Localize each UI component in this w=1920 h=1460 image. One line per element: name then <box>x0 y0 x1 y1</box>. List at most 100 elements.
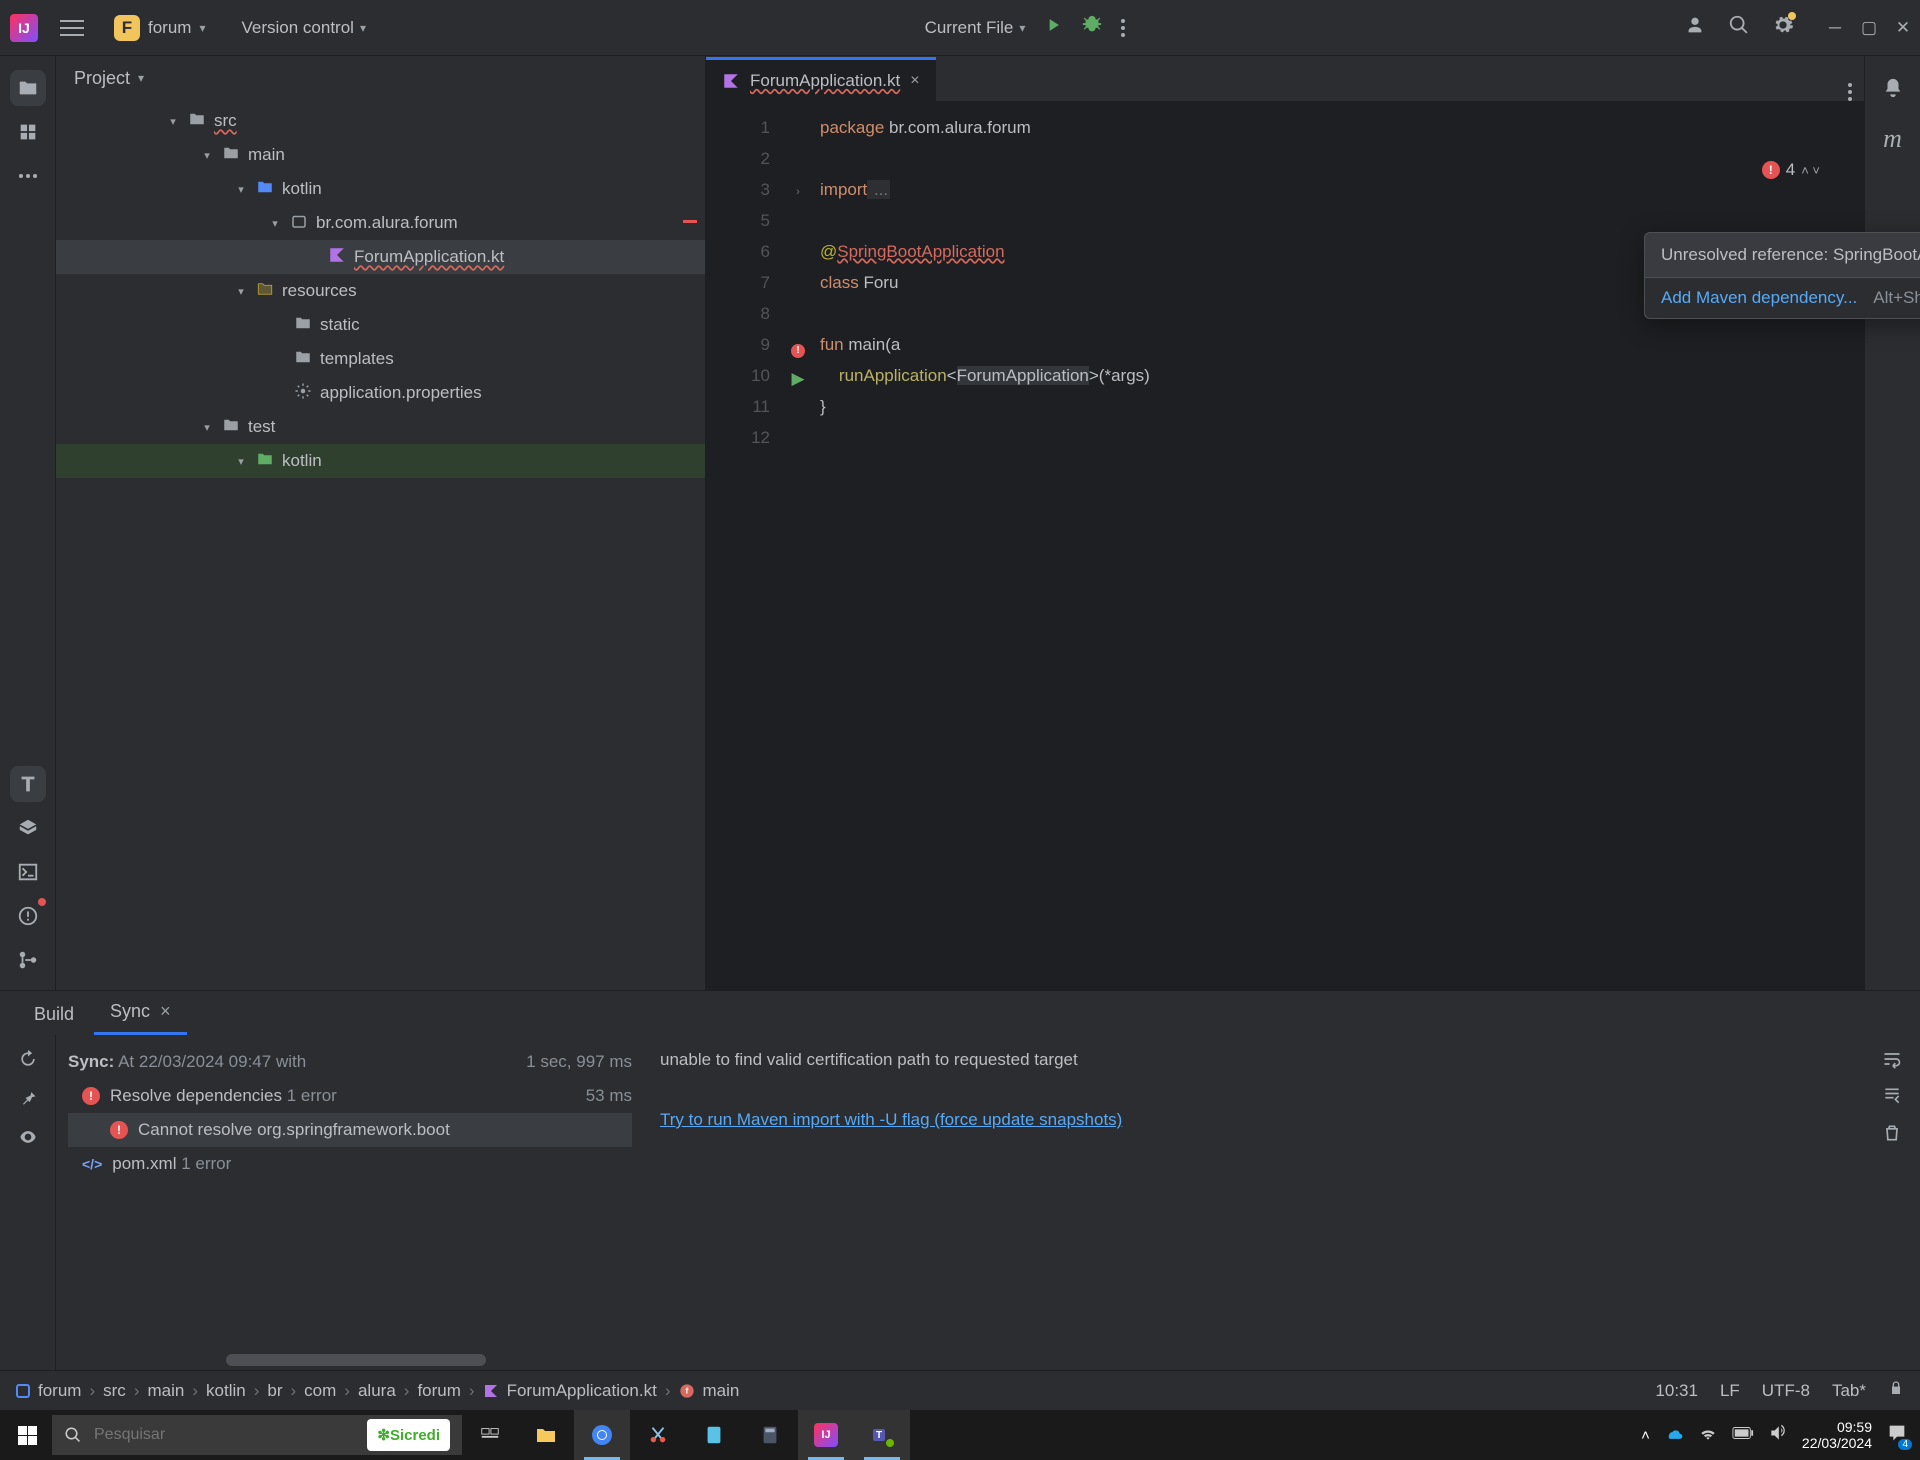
sync-cannot-resolve-row[interactable]: ! Cannot resolve org.springframework.boo… <box>68 1113 632 1147</box>
build-tab[interactable]: Build <box>18 994 90 1035</box>
tree-folder-templates[interactable]: templates <box>56 342 705 376</box>
project-tool-button[interactable] <box>10 70 46 106</box>
close-button[interactable]: ✕ <box>1896 21 1910 35</box>
inspection-nav-icons[interactable]: ˄ ˅ <box>1801 163 1820 178</box>
battery-icon[interactable] <box>1732 1426 1754 1444</box>
sync-tree[interactable]: Sync: At 22/03/2024 09:47 with 1 sec, 99… <box>56 1035 644 1370</box>
tab-options-icon[interactable] <box>1848 83 1852 101</box>
clear-all-icon[interactable] <box>1882 1123 1902 1148</box>
soft-wrap-icon[interactable] <box>1882 1049 1902 1074</box>
indent-info[interactable]: Tab* <box>1832 1381 1866 1401</box>
settings-icon[interactable] <box>1772 14 1794 41</box>
sync-root-row[interactable]: Sync: At 22/03/2024 09:47 with 1 sec, 99… <box>68 1045 632 1079</box>
taskbar-search[interactable]: ❇ Sicredi <box>52 1415 462 1455</box>
tree-folder-main[interactable]: ▾ main <box>56 138 705 172</box>
crumb[interactable]: main <box>147 1381 184 1401</box>
main-menu-button[interactable] <box>54 14 90 42</box>
project-tree[interactable]: ▾ src ▾ main ▾ kotlin ▾ br.com.alura.for… <box>56 100 705 990</box>
crumb[interactable]: ForumApplication.kt <box>507 1381 657 1401</box>
text-tool-button[interactable] <box>10 766 46 802</box>
code-text[interactable]: package br.com.alura.forum import ... @S… <box>810 102 1150 990</box>
snip-icon[interactable] <box>630 1410 686 1460</box>
chrome-icon[interactable] <box>574 1410 630 1460</box>
sync-output[interactable]: unable to find valid certification path … <box>644 1035 1864 1370</box>
task-view-icon[interactable] <box>462 1410 518 1460</box>
error-stripe[interactable] <box>683 220 697 223</box>
maven-tool-button[interactable]: m <box>1883 124 1902 154</box>
rerun-icon[interactable] <box>18 1049 38 1074</box>
quickfix-add-maven[interactable]: Add Maven dependency... <box>1661 288 1857 308</box>
structure-tool-button[interactable] <box>10 114 46 150</box>
project-panel-header[interactable]: Project ▾ <box>56 56 705 100</box>
tree-package[interactable]: ▾ br.com.alura.forum <box>56 206 705 240</box>
build-tool-button[interactable] <box>10 810 46 846</box>
teams-icon[interactable]: T <box>854 1410 910 1460</box>
onedrive-icon[interactable] <box>1664 1423 1684 1447</box>
more-tools-button[interactable] <box>10 158 46 194</box>
crumb[interactable]: com <box>304 1381 336 1401</box>
tree-file-forum-application[interactable]: ForumApplication.kt <box>56 240 705 274</box>
caret-position[interactable]: 10:31 <box>1655 1381 1698 1401</box>
volume-icon[interactable] <box>1768 1423 1788 1447</box>
crumb[interactable]: forum <box>38 1381 81 1401</box>
code-with-me-icon[interactable] <box>1684 14 1706 41</box>
sync-resolve-row[interactable]: ! Resolve dependencies 1 error 53 ms <box>68 1079 632 1113</box>
gutter-error-icon[interactable]: ! <box>791 344 805 358</box>
close-tab-icon[interactable]: × <box>160 1001 171 1022</box>
sicredi-badge[interactable]: ❇ Sicredi <box>367 1419 450 1451</box>
show-icon[interactable] <box>18 1127 38 1152</box>
tree-folder-kotlin[interactable]: ▾ kotlin <box>56 172 705 206</box>
search-everywhere-icon[interactable] <box>1728 14 1750 41</box>
vcs-dropdown[interactable]: Version control ▾ <box>242 18 366 38</box>
debug-button[interactable] <box>1081 14 1103 41</box>
line-separator[interactable]: LF <box>1720 1381 1740 1401</box>
terminal-tool-button[interactable] <box>10 854 46 890</box>
tray-clock[interactable]: 09:59 22/03/2024 <box>1802 1419 1872 1451</box>
run-config-selector[interactable]: Current File ▾ <box>925 18 1026 38</box>
inspection-widget[interactable]: ! 4 ˄ ˅ <box>1762 160 1820 180</box>
tree-folder-src[interactable]: ▾ src <box>56 104 705 138</box>
tree-folder-static[interactable]: static <box>56 308 705 342</box>
taskbar-search-input[interactable] <box>94 1426 359 1444</box>
crumb[interactable]: forum <box>417 1381 460 1401</box>
file-encoding[interactable]: UTF-8 <box>1762 1381 1810 1401</box>
sync-pom-row[interactable]: </> pom.xml 1 error <box>68 1147 632 1181</box>
project-selector[interactable]: F forum ▾ <box>106 11 214 45</box>
crumb[interactable]: src <box>103 1381 126 1401</box>
file-explorer-icon[interactable] <box>518 1410 574 1460</box>
crumb[interactable]: br <box>267 1381 282 1401</box>
calculator-icon[interactable] <box>742 1410 798 1460</box>
editor-tab[interactable]: ForumApplication.kt × <box>706 57 936 101</box>
pin-icon[interactable] <box>18 1088 38 1113</box>
crumb[interactable]: main <box>703 1381 740 1401</box>
notepad-icon[interactable] <box>686 1410 742 1460</box>
tree-folder-test[interactable]: ▾ test <box>56 410 705 444</box>
gutter-run-icon[interactable]: ▶ <box>791 369 804 388</box>
wifi-icon[interactable] <box>1698 1423 1718 1447</box>
run-button[interactable] <box>1043 15 1063 40</box>
minimize-button[interactable]: ─ <box>1828 21 1842 35</box>
tree-folder-test-kotlin[interactable]: ▾ kotlin <box>56 444 705 478</box>
more-run-options[interactable] <box>1121 19 1125 37</box>
tree-folder-resources[interactable]: ▾ resources <box>56 274 705 308</box>
intellij-taskbar-icon[interactable]: IJ <box>798 1410 854 1460</box>
action-center-icon[interactable]: 4 <box>1886 1422 1908 1448</box>
breadcrumb[interactable]: forum› src› main› kotlin› br› com› alura… <box>16 1381 739 1401</box>
problems-tool-button[interactable] <box>10 898 46 934</box>
fold-icon[interactable]: › <box>796 186 800 198</box>
crumb[interactable]: kotlin <box>206 1381 246 1401</box>
git-tool-button[interactable] <box>10 942 46 978</box>
readonly-lock-icon[interactable] <box>1888 1380 1904 1401</box>
notifications-tool-button[interactable] <box>1875 70 1911 106</box>
scroll-to-end-icon[interactable] <box>1882 1086 1902 1111</box>
sync-tab[interactable]: Sync × <box>94 991 187 1035</box>
crumb[interactable]: alura <box>358 1381 396 1401</box>
maximize-button[interactable]: ▢ <box>1862 21 1876 35</box>
tree-file-app-properties[interactable]: application.properties <box>56 376 705 410</box>
tray-chevron-icon[interactable]: ˄ <box>1641 1427 1650 1444</box>
start-button[interactable] <box>6 1415 48 1455</box>
close-tab-icon[interactable]: × <box>910 72 919 90</box>
output-link-force-update[interactable]: Try to run Maven import with -U flag (fo… <box>660 1110 1122 1129</box>
horizontal-scrollbar[interactable] <box>226 1354 486 1366</box>
code-area[interactable]: 1 2 3 5 6 7 8 9 10 11 12 ›! ▶ package br… <box>706 102 1864 990</box>
